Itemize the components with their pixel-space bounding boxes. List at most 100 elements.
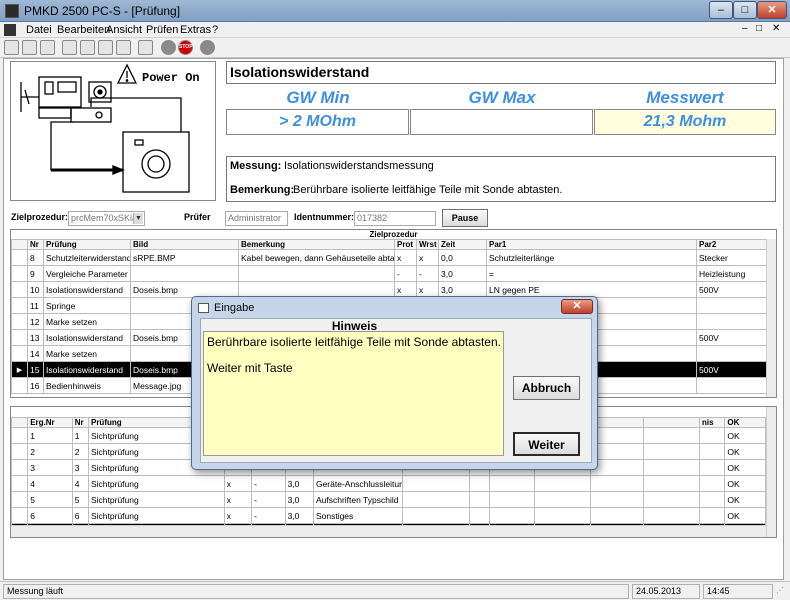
menu-help[interactable]: ? — [212, 24, 218, 36]
table-cell: 2 — [71, 443, 89, 460]
header-indicator — [11, 417, 29, 428]
header-col[interactable] — [643, 417, 701, 428]
edit-icon[interactable] — [80, 40, 95, 55]
table-cell — [489, 475, 535, 492]
resize-grip-icon[interactable]: ⋰ — [776, 586, 788, 598]
hinweis-instruction: Weiter mit Taste — [207, 361, 293, 375]
window-titlebar[interactable]: PMKD 2500 PC-S - [Prüfung] – □ ✕ — [0, 0, 790, 22]
table-cell — [643, 427, 701, 444]
table-cell — [589, 427, 645, 444]
mdi-close-button[interactable]: ✕ — [772, 23, 780, 34]
info-box: Messung: Isolationswiderstandsmessung Be… — [226, 156, 776, 202]
table-cell: 4 — [27, 475, 73, 492]
filter-icon[interactable] — [98, 40, 113, 55]
header-pruefung[interactable]: Prüfung — [43, 239, 131, 250]
table-cell — [699, 459, 726, 476]
eingabe-dialog: Eingabe ✕ Hinweis Berührbare isolierte l… — [191, 296, 598, 470]
maximize-button[interactable]: □ — [733, 1, 757, 19]
record-icon[interactable] — [161, 40, 176, 55]
row-indicator — [11, 443, 29, 460]
table-row[interactable]: 6 6 Sichtprüfung x -3,0 Sonstiges OK — [11, 507, 766, 524]
table-cell — [402, 507, 470, 524]
header-par1[interactable]: Par1 — [486, 239, 697, 250]
table-cell — [489, 491, 535, 508]
table-cell — [402, 475, 470, 492]
pruefer-field[interactable]: Administrator — [225, 211, 288, 226]
header-col[interactable] — [589, 417, 645, 428]
table-cell — [589, 507, 645, 524]
run-icon[interactable] — [200, 40, 215, 55]
identnummer-field[interactable]: 017382 — [354, 211, 436, 226]
table-cell: 3 — [71, 459, 89, 476]
close-button[interactable]: ✕ — [757, 1, 787, 19]
table-cell: Isolationswiderstand — [43, 281, 131, 298]
weiter-button[interactable]: Weiter — [513, 432, 580, 456]
table-cell — [696, 297, 767, 314]
table-cell: OK — [724, 443, 766, 460]
table-cell — [643, 475, 701, 492]
header-ok[interactable]: OK — [724, 417, 766, 428]
table-cell — [468, 491, 491, 508]
table-cell — [533, 507, 591, 524]
header-zeit[interactable]: Zeit — [438, 239, 487, 250]
stop-icon[interactable]: STOP — [178, 40, 193, 55]
lower-table-scrollbar[interactable] — [766, 407, 776, 537]
mdi-restore-button[interactable]: □ — [756, 23, 762, 34]
row-indicator — [11, 329, 28, 346]
status-date: 24.05.2013 — [632, 584, 700, 599]
bemerkung-value: Berührbare isolierte leitfähige Teile mi… — [293, 184, 563, 196]
table-cell: 3 — [27, 459, 73, 476]
header-par2[interactable]: Par2 — [696, 239, 767, 250]
bemerkung-label: Bemerkung: — [230, 184, 295, 196]
table-cell: Springe — [43, 297, 131, 314]
mdi-minimize-button[interactable]: – — [742, 23, 748, 34]
header-ergebnis[interactable]: nis — [699, 417, 726, 428]
new-icon[interactable] — [4, 40, 19, 55]
dialog-close-button[interactable]: ✕ — [561, 299, 593, 314]
zielprozedur-select[interactable]: prcMem70xSKlal ▼ — [68, 211, 145, 226]
header-nr[interactable]: Nr — [71, 417, 89, 428]
save-icon[interactable] — [40, 40, 55, 55]
header-prot[interactable]: Prot — [394, 239, 417, 250]
menu-bearbeiten[interactable]: Bearbeiten — [57, 24, 110, 36]
table-cell: 500V — [696, 361, 767, 378]
table-row[interactable]: 9 Vergleiche Parameter - -3,0 = Heizleistung — [11, 265, 767, 282]
table-cell — [589, 459, 645, 476]
zielprozedur-label: Zielprozedur: — [11, 212, 69, 222]
header-nr[interactable]: Nr — [27, 239, 44, 250]
document-icon — [4, 24, 16, 36]
list-icon[interactable] — [138, 40, 153, 55]
table-cell: - — [416, 265, 439, 282]
table-cell — [643, 507, 701, 524]
identnummer-label: Identnummer: — [294, 212, 355, 222]
menu-ansicht[interactable]: Ansicht — [106, 24, 142, 36]
table-cell — [699, 443, 726, 460]
table-cell: 6 — [27, 507, 73, 524]
lower-table-hscrollbar[interactable] — [11, 525, 766, 537]
menu-datei[interactable]: Datei — [26, 24, 52, 36]
tool-icon[interactable] — [62, 40, 77, 55]
table-cell: - — [251, 507, 286, 524]
header-ergnr[interactable]: Erg.Nr — [27, 417, 73, 428]
open-icon[interactable] — [22, 40, 37, 55]
table-row[interactable]: 4 4 Sichtprüfung x -3,0 Geräte-Anschlussleitu… — [11, 475, 766, 492]
header-bild[interactable]: Bild — [130, 239, 239, 250]
chevron-down-icon[interactable]: ▼ — [133, 213, 143, 224]
table-row[interactable]: 8 Schutzleiterwiderstand sRPE.BMP Kabel bew… — [11, 249, 767, 266]
window-title: PMKD 2500 PC-S - [Prüfung] — [24, 4, 181, 18]
abbruch-button[interactable]: Abbruch — [513, 376, 580, 400]
table-cell: 3,0 — [284, 475, 314, 492]
menu-pruefen[interactable]: Prüfen — [146, 24, 178, 36]
table-cell: Vergleiche Parameter — [43, 265, 131, 282]
pause-button[interactable]: Pause — [442, 209, 488, 227]
header-bemerkung[interactable]: Bemerkung — [238, 239, 395, 250]
table-row[interactable]: 5 5 Sichtprüfung x -3,0 Aufschriften Typschil… — [11, 491, 766, 508]
minimize-button[interactable]: – — [709, 1, 733, 19]
pruefer-label: Prüfer — [184, 212, 211, 222]
menu-extras[interactable]: Extras — [180, 24, 211, 36]
table-cell — [696, 345, 767, 362]
header-wrst[interactable]: Wrst — [416, 239, 439, 250]
print-icon[interactable] — [116, 40, 131, 55]
table-cell: 0,0 — [438, 249, 487, 266]
upper-table-scrollbar[interactable] — [766, 239, 776, 397]
